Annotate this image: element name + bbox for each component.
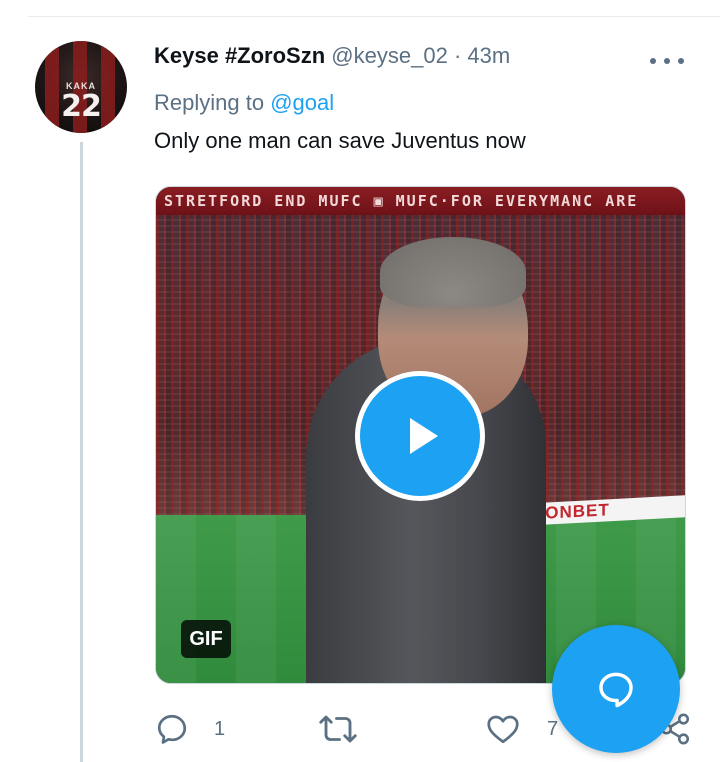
man-hair <box>380 237 526 307</box>
avatar[interactable]: KAKA 22 <box>35 41 127 133</box>
like-count: 7 <box>547 717 559 740</box>
stadium-banner: STRETFORD END MUFC ▣ MUFC·FOR EVERYMANC … <box>156 187 685 215</box>
user-handle[interactable]: @keyse_02 <box>331 43 448 68</box>
separator-dot: · <box>453 43 462 68</box>
retweet-icon <box>319 715 357 743</box>
compose-reply-icon <box>599 672 633 708</box>
display-name[interactable]: Keyse #ZoroSzn <box>154 43 325 68</box>
gif-badge: GIF <box>181 620 231 658</box>
avatar-jersey-number: 22 <box>61 89 102 124</box>
more-horizontal-icon <box>650 58 656 64</box>
tweet-timestamp[interactable]: 43m <box>467 43 510 68</box>
retweet-button[interactable] <box>318 706 358 752</box>
compose-reply-button[interactable] <box>552 625 680 753</box>
thread-line <box>80 142 83 762</box>
play-icon <box>410 418 438 454</box>
more-options-button[interactable] <box>650 50 684 72</box>
top-divider <box>28 16 720 17</box>
play-button[interactable] <box>355 371 485 501</box>
like-button[interactable]: 7 <box>485 706 558 752</box>
reply-count: 1 <box>214 717 226 740</box>
reply-icon <box>157 714 187 744</box>
replying-to: Replying to @goal <box>154 90 334 116</box>
more-horizontal-icon <box>678 58 684 64</box>
tweet-media-gif[interactable]: STRETFORD END MUFC ▣ MUFC·FOR EVERYMANC … <box>155 186 686 684</box>
tweet-text: Only one man can save Juventus now <box>154 128 526 153</box>
replying-to-mention[interactable]: @goal <box>270 90 334 115</box>
heart-icon <box>487 715 519 744</box>
replying-prefix: Replying to <box>154 90 265 115</box>
more-horizontal-icon <box>664 58 670 64</box>
reply-button[interactable]: 1 <box>154 706 225 752</box>
tweet-header: Keyse #ZoroSzn @keyse_02 · 43m <box>154 43 510 69</box>
